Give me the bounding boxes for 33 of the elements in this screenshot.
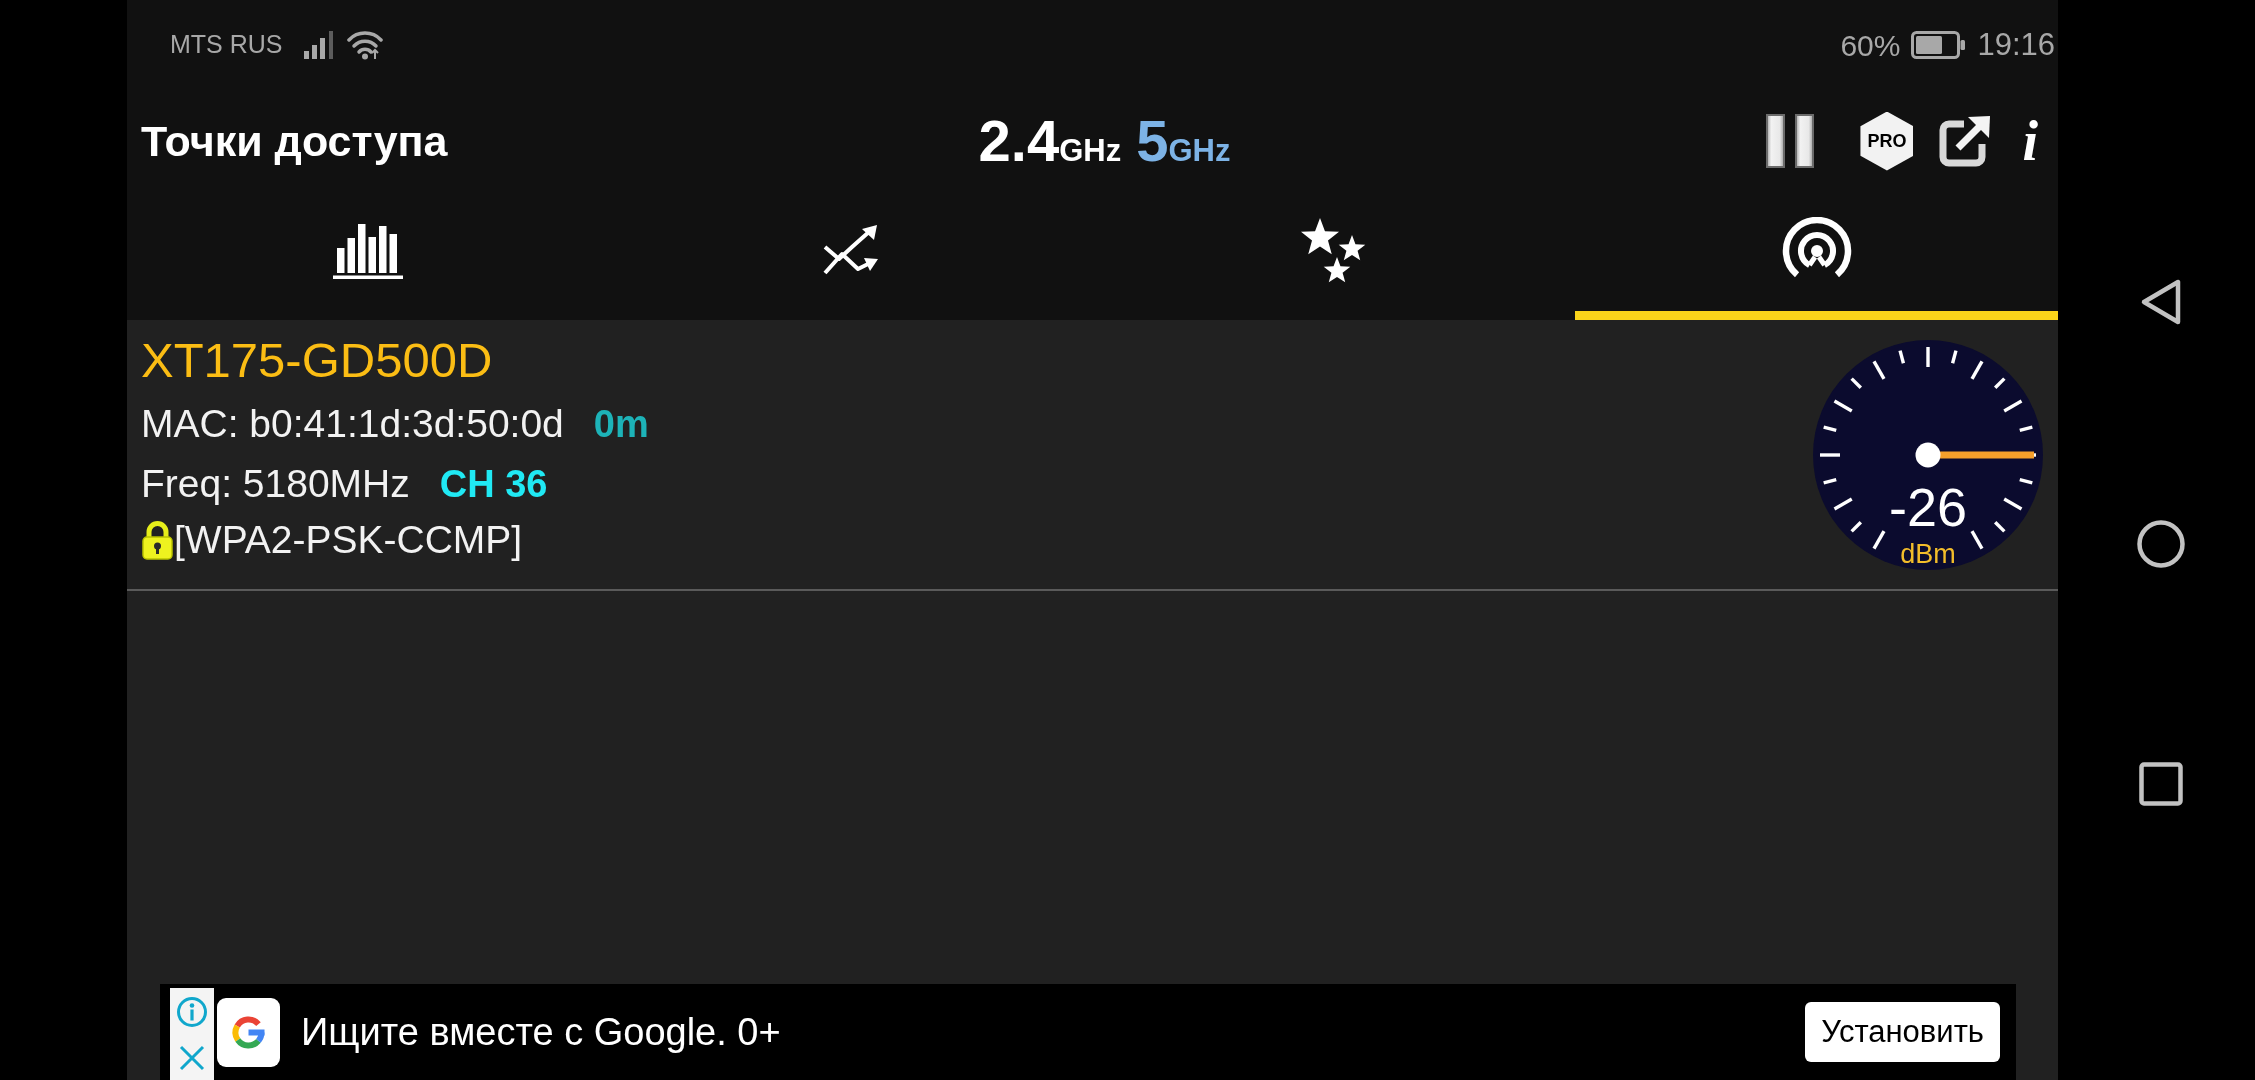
security-type: [WPA2-PSK-CCMP] [174,516,523,563]
battery-percent: 60% [1840,27,1901,64]
band-toggle[interactable]: 2.4GHz [978,109,1122,173]
home-icon[interactable] [2136,520,2185,568]
info-button[interactable]: i [2020,111,2040,171]
network-list-item[interactable]: XT175-GD500D MAC: b0:41:1d:3d:50:0d 0m Freq: 5180MHz CH 36 [WPA2-PSK-CCMP] -26 dBm [127,320,2058,591]
back-icon[interactable] [2139,278,2182,326]
ad-text: Ищите вместе с Google. 0+ [301,1009,781,1055]
carrier-name: MTS RUS [170,29,283,61]
trend-lines-icon [822,224,881,277]
recents-icon[interactable] [2138,762,2183,806]
wifi-icon [346,30,383,60]
band-toggle[interactable]: 5GHz [1136,109,1231,173]
info-icon[interactable] [176,996,208,1028]
close-icon[interactable] [178,1044,206,1072]
signal-reading: -26 [1889,475,1967,538]
clock-time: 19:16 [1977,25,2055,64]
network-name: XT175-GD500D [141,332,494,389]
padlock-icon [141,520,174,560]
g-logo-icon [217,997,280,1067]
share-icon[interactable] [1938,114,1993,168]
signal-unit: dBm [1900,538,1956,569]
screen-title: Точки доступа [141,116,448,167]
channel-value: CH 36 [439,462,548,507]
cell-signal-icon [303,31,336,59]
bar-chart-icon [333,222,404,279]
pause-icon[interactable] [1765,114,1816,168]
mac-address: MAC: b0:41:1d:3d:50:0d [141,401,564,447]
pro-button[interactable]: PRO [1860,111,1914,171]
distance-value: 0m [593,402,649,447]
frequency-value: Freq: 5180MHz [141,461,410,507]
install-button[interactable]: Установить [1805,1002,2000,1062]
battery-icon [1911,31,1967,59]
